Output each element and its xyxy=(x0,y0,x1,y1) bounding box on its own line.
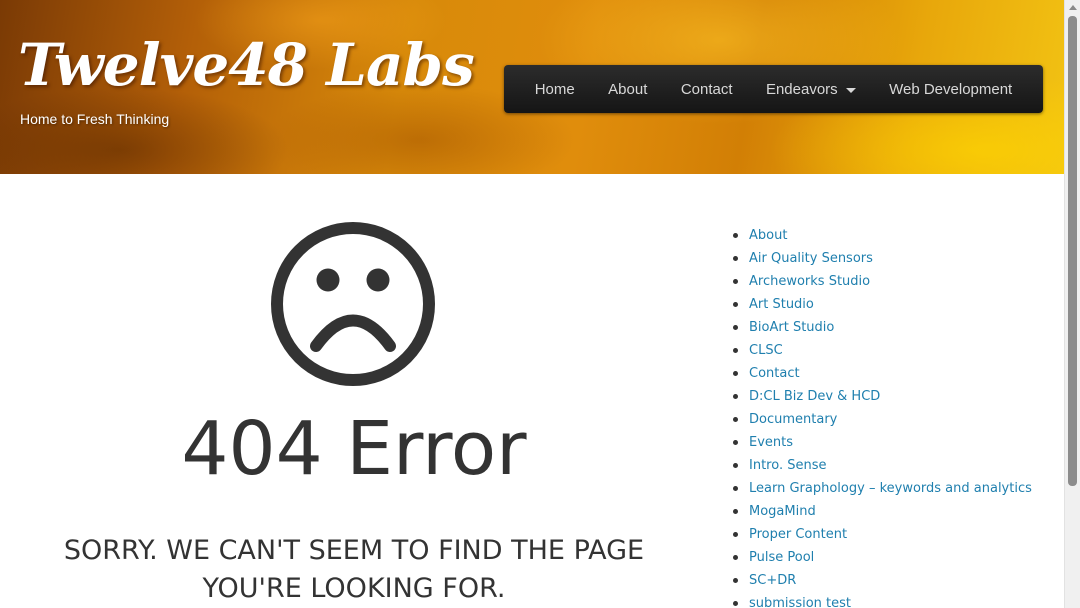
list-item: Documentary xyxy=(733,410,1053,433)
site-tagline: Home to Fresh Thinking xyxy=(20,111,170,127)
bullet-icon xyxy=(733,486,738,491)
list-item: Pulse Pool xyxy=(733,548,1053,571)
bullet-icon xyxy=(733,463,738,468)
sad-face-icon xyxy=(271,222,435,386)
page-link-documentary[interactable]: Documentary xyxy=(749,412,837,427)
bullet-icon xyxy=(733,256,738,261)
bullet-icon xyxy=(733,509,738,514)
bullet-icon xyxy=(733,440,738,445)
nav-item-contact[interactable]: Contact xyxy=(681,81,733,98)
nav-item-about[interactable]: About xyxy=(608,81,647,98)
error-title: 404 Error xyxy=(181,406,527,492)
page-link-sc-dr[interactable]: SC+DR xyxy=(749,573,796,588)
nav-item-label: About xyxy=(608,80,648,98)
page-link-bioart-studio[interactable]: BioArt Studio xyxy=(749,320,834,335)
page-link-clsc[interactable]: CLSC xyxy=(749,343,783,358)
list-item: CLSC xyxy=(733,341,1053,364)
nav-item-web-development[interactable]: Web Development xyxy=(889,81,1012,98)
page-link-mogamind[interactable]: MogaMind xyxy=(749,504,816,519)
list-item: BioArt Studio xyxy=(733,318,1053,341)
main-navigation: Home About Contact Endeavors Web Develop… xyxy=(504,65,1043,113)
list-item: Contact xyxy=(733,364,1053,387)
nav-item-label: Contact xyxy=(680,80,733,98)
bullet-icon xyxy=(733,601,738,606)
bullet-icon xyxy=(733,394,738,399)
list-item: Air Quality Sensors xyxy=(733,249,1053,272)
list-item: Proper Content xyxy=(733,525,1053,548)
list-item: Events xyxy=(733,433,1053,456)
scrollbar-thumb[interactable] xyxy=(1068,16,1077,486)
list-item: Archeworks Studio xyxy=(733,272,1053,295)
page-link-submission-test[interactable]: submission test xyxy=(749,596,851,608)
list-item: Intro. Sense xyxy=(733,456,1053,479)
bullet-icon xyxy=(733,371,738,376)
page-link-art-studio[interactable]: Art Studio xyxy=(749,297,814,312)
list-item: MogaMind xyxy=(733,502,1053,525)
bullet-icon xyxy=(733,233,738,238)
bullet-icon xyxy=(733,578,738,583)
vertical-scrollbar[interactable] xyxy=(1064,0,1080,608)
page-link-dcl-biz-dev-hcd[interactable]: D:CL Biz Dev & HCD xyxy=(749,389,880,404)
page-link-proper-content[interactable]: Proper Content xyxy=(749,527,847,542)
page-link-events[interactable]: Events xyxy=(749,435,793,450)
page-link-archeworks-studio[interactable]: Archeworks Studio xyxy=(749,274,870,289)
bullet-icon xyxy=(733,302,738,307)
page-list: About Air Quality Sensors Archeworks Stu… xyxy=(733,226,1053,608)
page-link-intro-sense[interactable]: Intro. Sense xyxy=(749,458,826,473)
site-header: Twelve48 Labs Home to Fresh Thinking Hom… xyxy=(0,0,1064,174)
page-link-learn-graphology[interactable]: Learn Graphology – keywords and analytic… xyxy=(749,481,1032,496)
page: Twelve48 Labs Home to Fresh Thinking Hom… xyxy=(0,0,1080,608)
bullet-icon xyxy=(733,325,738,330)
sidebar-page-list: About Air Quality Sensors Archeworks Stu… xyxy=(733,226,1053,608)
bullet-icon xyxy=(733,555,738,560)
nav-item-label: Web Development xyxy=(889,80,1013,98)
scroll-up-arrow-icon[interactable] xyxy=(1069,5,1077,10)
main-content: 404 Error Sorry. We can't seem to find t… xyxy=(0,174,1064,608)
error-message: Sorry. We can't seem to find the page yo… xyxy=(63,535,645,604)
list-item: About xyxy=(733,226,1053,249)
page-link-about[interactable]: About xyxy=(749,228,787,243)
nav-item-endeavors[interactable]: Endeavors xyxy=(766,81,856,98)
site-title-logo[interactable]: Twelve48 Labs xyxy=(18,36,475,94)
page-link-air-quality-sensors[interactable]: Air Quality Sensors xyxy=(749,251,873,266)
bullet-icon xyxy=(733,279,738,284)
nav-item-label: Home xyxy=(534,80,575,98)
list-item: Art Studio xyxy=(733,295,1053,318)
nav-item-label: Endeavors xyxy=(765,80,838,98)
list-item: submission test xyxy=(733,594,1053,608)
bullet-icon xyxy=(733,532,738,537)
nav-item-home[interactable]: Home xyxy=(535,81,575,98)
caret-down-icon xyxy=(845,87,856,93)
bullet-icon xyxy=(733,348,738,353)
list-item: SC+DR xyxy=(733,571,1053,594)
list-item: Learn Graphology – keywords and analytic… xyxy=(733,479,1053,502)
page-link-contact[interactable]: Contact xyxy=(749,366,800,381)
list-item: D:CL Biz Dev & HCD xyxy=(733,387,1053,410)
page-link-pulse-pool[interactable]: Pulse Pool xyxy=(749,550,814,565)
bullet-icon xyxy=(733,417,738,422)
